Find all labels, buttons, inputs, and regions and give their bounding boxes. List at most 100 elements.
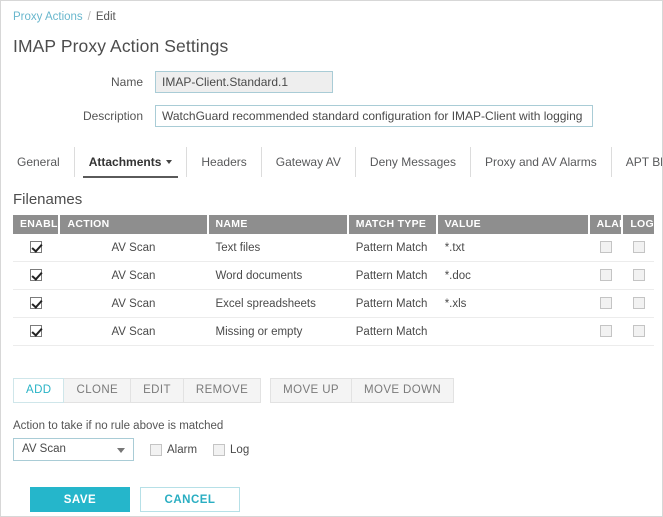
breadcrumb-link-proxy-actions[interactable]: Proxy Actions	[13, 11, 83, 23]
enable-checkbox[interactable]	[29, 241, 42, 254]
description-input[interactable]	[155, 105, 593, 127]
proxy-action-settings-page: Proxy Actions / Edit IMAP Proxy Action Set…	[0, 0, 663, 517]
cell-log	[623, 262, 654, 290]
column-header-value: VALUE	[437, 215, 588, 234]
alarm-checkbox[interactable]	[599, 241, 612, 254]
enable-checkbox[interactable]	[29, 297, 42, 310]
table-row[interactable]: AV Scan Word documents Pattern Match *.d…	[13, 262, 654, 290]
breadcrumb-current-edit: Edit	[95, 11, 116, 23]
alarm-checkbox[interactable]	[599, 269, 612, 282]
tab-gateway-av[interactable]: Gateway AV	[260, 147, 355, 177]
breadcrumb-separator: /	[87, 11, 91, 23]
cell-action: AV Scan	[111, 297, 156, 310]
log-checkbox[interactable]	[632, 297, 645, 310]
cell-name: Text files	[215, 241, 261, 254]
log-checkbox[interactable]	[632, 241, 645, 254]
cell-enable	[13, 290, 58, 318]
cell-log	[623, 234, 654, 262]
alarm-checkbox[interactable]	[150, 443, 162, 456]
section-title-filenames: Filenames	[13, 191, 83, 208]
toolbar-gap	[261, 378, 270, 403]
alarm-checkbox[interactable]	[599, 297, 612, 310]
cancel-button[interactable]: CANCEL	[140, 487, 240, 512]
cell-name: Excel spreadsheets	[215, 297, 316, 310]
cell-enable	[13, 234, 58, 262]
table-row[interactable]: AV Scan Missing or empty Pattern Match	[13, 318, 654, 346]
no-match-alarm-option[interactable]: Alarm	[150, 443, 198, 456]
name-row: Name	[12, 71, 651, 93]
cell-alarm	[590, 290, 622, 318]
name-input[interactable]	[155, 71, 333, 93]
alarm-checkbox[interactable]	[599, 325, 612, 338]
cell-log	[623, 318, 654, 346]
tab-attachments[interactable]: Attachments	[73, 147, 187, 178]
tab-headers[interactable]: Headers	[186, 147, 260, 177]
tab-label: Gateway AV	[275, 155, 341, 169]
table-row[interactable]: AV Scan Excel spreadsheets Pattern Match…	[13, 290, 654, 318]
column-header-enable: ENABLE	[13, 215, 59, 234]
column-header-action: ACTION	[60, 215, 207, 234]
cell-enable	[13, 318, 58, 346]
tab-label: Headers	[201, 155, 247, 169]
column-header-name: NAME	[208, 215, 347, 234]
tab-bar: General Attachments Headers Gateway AV D…	[13, 147, 662, 178]
move-button-group: MOVE UP MOVE DOWN	[270, 378, 455, 403]
column-header-log: LOG	[623, 215, 654, 234]
log-label: Log	[230, 443, 250, 456]
tab-proxy-and-av-alarms[interactable]: Proxy and AV Alarms	[469, 147, 611, 177]
cell-value: *.xls	[444, 297, 467, 310]
no-match-action-label: Action to take if no rule above is match…	[13, 420, 224, 432]
cell-enable	[13, 262, 58, 290]
table-row[interactable]: AV Scan Text files Pattern Match *.txt	[13, 234, 654, 262]
log-checkbox[interactable]	[632, 325, 645, 338]
cell-alarm	[590, 262, 622, 290]
no-match-log-option[interactable]: Log	[213, 443, 250, 456]
move-down-button[interactable]: MOVE DOWN	[352, 378, 455, 403]
table-header-row: ENABLE ACTION NAME MATCH TYPE VALUE ALAR…	[13, 215, 654, 234]
table-toolbar: ADD CLONE EDIT REMOVE MOVE UP MOVE DOWN	[13, 378, 651, 403]
column-header-match-type: MATCH TYPE	[348, 215, 436, 234]
cell-value: *.txt	[444, 241, 465, 254]
cell-action: AV Scan	[111, 241, 156, 254]
tab-general[interactable]: General	[13, 147, 74, 177]
enable-checkbox[interactable]	[29, 325, 42, 338]
add-button[interactable]: ADD	[13, 378, 65, 403]
cell-action: AV Scan	[111, 325, 156, 338]
clone-button[interactable]: CLONE	[64, 378, 132, 403]
log-checkbox[interactable]	[213, 443, 226, 456]
description-row: Description	[12, 105, 651, 127]
no-match-action-selected-value: AV Scan	[22, 443, 66, 455]
no-match-action-row: AV Scan Alarm Log	[13, 438, 651, 461]
page-title: IMAP Proxy Action Settings	[13, 36, 229, 56]
enable-checkbox[interactable]	[29, 269, 42, 282]
cell-alarm	[590, 318, 622, 346]
chevron-down-icon	[166, 160, 173, 164]
cell-action: AV Scan	[111, 269, 156, 282]
save-button[interactable]: SAVE	[30, 487, 130, 512]
tab-deny-messages[interactable]: Deny Messages	[354, 147, 470, 177]
description-label: Description	[82, 109, 143, 123]
form-footer: SAVE CANCEL	[30, 487, 651, 512]
cell-name: Missing or empty	[215, 325, 303, 338]
column-header-alarm: ALARM	[589, 215, 622, 234]
edit-button-group: ADD CLONE EDIT REMOVE	[13, 378, 262, 403]
tab-label: APT Blocker	[625, 155, 663, 169]
cell-match-type: Pattern Match	[355, 241, 428, 254]
chevron-down-icon	[117, 448, 125, 453]
tab-label: General	[17, 155, 60, 169]
tab-apt-blocker[interactable]: APT Blocker	[610, 147, 663, 177]
cell-match-type: Pattern Match	[355, 297, 428, 310]
cell-match-type: Pattern Match	[355, 269, 428, 282]
remove-button[interactable]: REMOVE	[183, 378, 262, 403]
cell-alarm	[590, 234, 622, 262]
edit-button[interactable]: EDIT	[131, 378, 184, 403]
name-label: Name	[110, 75, 143, 89]
cell-value: *.doc	[444, 269, 471, 282]
tab-label: Proxy and AV Alarms	[484, 155, 597, 169]
log-checkbox[interactable]	[632, 269, 645, 282]
filenames-table: ENABLE ACTION NAME MATCH TYPE VALUE ALAR…	[13, 215, 654, 346]
move-up-button[interactable]: MOVE UP	[270, 378, 352, 403]
tab-label: Attachments	[88, 155, 162, 169]
no-match-action-select[interactable]: AV Scan	[13, 438, 134, 461]
alarm-label: Alarm	[167, 443, 198, 456]
